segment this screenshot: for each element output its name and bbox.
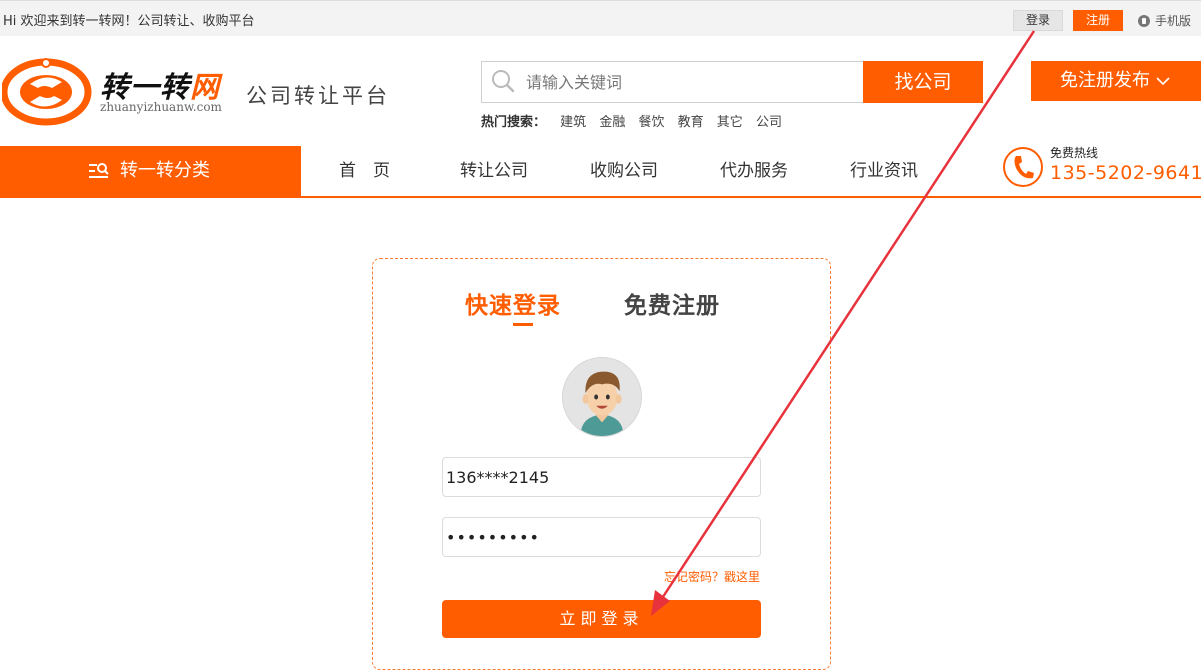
top-register-button[interactable]: 注册 — [1073, 10, 1123, 31]
logo-name-accent: 网 — [190, 70, 221, 104]
welcome-text: Hi 欢迎来到转一转网！公司转让、收购平台 — [3, 14, 255, 29]
hot-keyword[interactable]: 公司 — [756, 115, 782, 130]
hotline-label: 免费热线 — [1050, 146, 1099, 160]
tab-quick-login[interactable]: 快速登录 — [465, 286, 561, 320]
category-list-icon — [89, 163, 109, 178]
hotline-number: 135-5202-9641 — [1050, 162, 1201, 184]
mobile-icon — [1138, 15, 1150, 27]
top-login-button[interactable]: 登录 — [1013, 10, 1063, 31]
top-bar: Hi 欢迎来到转一转网！公司转让、收购平台 登录 注册 手机版 — [0, 0, 1201, 36]
hot-keyword[interactable]: 餐饮 — [638, 115, 664, 130]
category-menu-label: 转一转分类 — [120, 160, 210, 181]
search-icon — [492, 70, 515, 93]
hot-search: 热门搜索： 建筑 金融 餐饮 教育 其它 公司 — [481, 111, 791, 130]
search-input[interactable] — [526, 62, 856, 102]
hot-keyword[interactable]: 金融 — [599, 115, 625, 130]
hot-keyword[interactable]: 其它 — [717, 115, 743, 130]
active-tab-indicator — [513, 323, 533, 326]
nav-item-transfer[interactable]: 转让公司 — [460, 146, 528, 196]
avatar — [562, 357, 642, 437]
category-menu-button[interactable]: 转一转分类 — [0, 146, 301, 196]
hot-keyword[interactable]: 建筑 — [560, 115, 586, 130]
login-submit-button[interactable]: 立即登录 — [442, 600, 761, 638]
hot-search-label: 热门搜索： — [481, 115, 547, 130]
nav-item-news[interactable]: 行业资讯 — [850, 146, 918, 196]
publish-button-label: 免注册发布 — [1060, 70, 1150, 91]
tab-free-register[interactable]: 免费注册 — [624, 286, 720, 320]
site-logo-icon[interactable] — [2, 58, 92, 126]
logo-name-main: 转一转 — [100, 70, 191, 104]
site-slogan: 公司转让平台 — [246, 84, 390, 108]
hot-keyword[interactable]: 教育 — [678, 115, 704, 130]
main-nav: 转一转分类 首 页 转让公司 收购公司 代办服务 行业资讯 免费热线 135-5… — [0, 146, 1201, 198]
search-button[interactable]: 找公司 — [863, 61, 983, 103]
logo-url: zhuanyizhuanw.com — [100, 100, 222, 114]
nav-item-agency[interactable]: 代办服务 — [720, 146, 788, 196]
password-field[interactable] — [442, 517, 761, 557]
nav-item-acquire[interactable]: 收购公司 — [590, 146, 658, 196]
mobile-version-link[interactable]: 手机版 — [1138, 12, 1191, 29]
publish-button[interactable]: 免注册发布 — [1031, 61, 1201, 101]
phone-icon — [1003, 147, 1043, 187]
chevron-down-icon — [1156, 77, 1170, 86]
mobile-version-label: 手机版 — [1155, 14, 1192, 28]
username-field[interactable] — [442, 457, 761, 497]
login-card: 快速登录 免费注册 忘记密码？戳这里 立即登录 — [372, 258, 831, 670]
search-box — [481, 61, 863, 103]
forgot-password-link[interactable]: 忘记密码？戳这里 — [664, 568, 760, 585]
nav-item-home[interactable]: 首 页 — [339, 146, 390, 196]
